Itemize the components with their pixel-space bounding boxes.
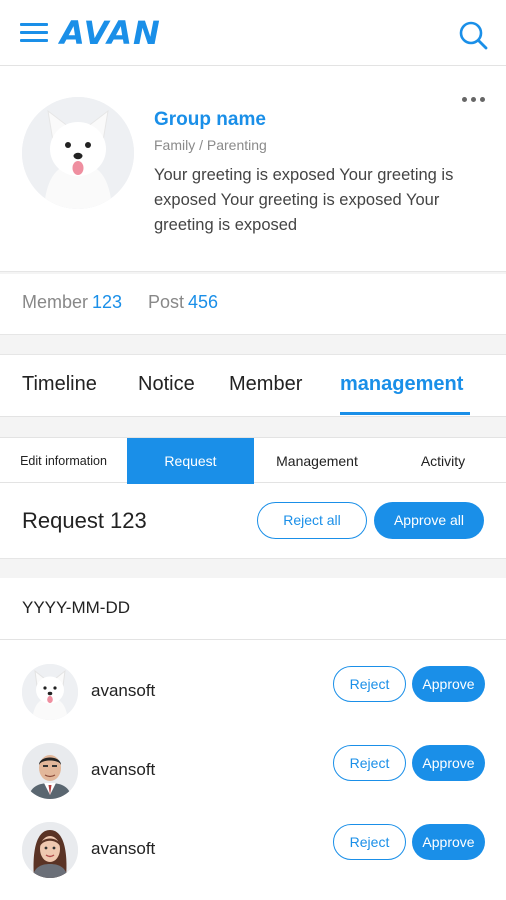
section-divider [0,558,506,578]
tab-notice[interactable]: Notice [138,373,195,396]
member-stat: Member 123 [22,292,122,313]
approve-button[interactable]: Approve [412,666,485,702]
group-greeting: Your greeting is exposed Your greeting i… [154,166,454,234]
subtab-management[interactable]: Management [254,438,380,484]
group-name: Group name [154,109,266,130]
subtab-request[interactable]: Request [127,438,254,484]
group-category: Family / Parenting [154,137,267,153]
approve-button[interactable]: Approve [412,824,485,860]
subtab-edit-information[interactable]: Edit information [0,438,127,484]
app-header: AVAN [0,0,506,66]
requester-name: avansoft [91,681,156,700]
search-icon[interactable] [458,20,488,50]
request-title: Request 123 [22,508,147,533]
post-label: Post [148,292,185,312]
reject-button[interactable]: Reject [333,666,406,702]
post-stat: Post 456 [148,292,218,313]
request-header: Request 123 Reject all Approve all [0,484,506,558]
approve-button[interactable]: Approve [412,745,485,781]
more-dots-icon[interactable] [460,95,488,105]
section-divider [0,417,506,437]
hamburger-menu-icon[interactable] [20,20,48,46]
dog-avatar-icon [22,97,134,209]
request-row: avansoft Reject Approve [0,810,506,890]
approve-all-button[interactable]: Approve all [374,502,484,539]
man-avatar-icon [22,743,78,799]
request-date: YYYY-MM-DD [22,598,130,617]
sub-tabs: Edit information Request Management Acti… [0,437,506,484]
request-row: avansoft Reject Approve [0,731,506,811]
tab-timeline[interactable]: Timeline [22,373,97,396]
avatar [22,743,78,799]
member-label: Member [22,292,89,312]
reject-button[interactable]: Reject [333,824,406,860]
member-count: 123 [92,292,123,312]
woman-avatar-icon [22,822,78,878]
requester-name: avansoft [91,839,156,858]
section-divider [0,334,506,355]
requester-name: avansoft [91,760,156,779]
reject-button[interactable]: Reject [333,745,406,781]
date-header: YYYY-MM-DD [0,578,506,640]
reject-all-button[interactable]: Reject all [257,502,367,539]
active-tab-indicator [340,412,470,415]
subtab-activity[interactable]: Activity [380,438,506,484]
tab-management[interactable]: management [340,373,463,396]
tab-member[interactable]: Member [229,373,302,396]
dog-avatar-icon [22,664,78,720]
main-tabs: Timeline Notice Member management [0,355,506,417]
request-row: avansoft Reject Approve [0,652,506,732]
group-stats: Member 123 Post 456 [0,274,506,334]
group-profile: Group name Family / Parenting Your greet… [0,67,506,272]
avatar [22,822,78,878]
post-count: 456 [188,292,219,312]
avatar [22,664,78,720]
app-logo: AVAN [60,14,161,52]
group-avatar [22,97,134,209]
